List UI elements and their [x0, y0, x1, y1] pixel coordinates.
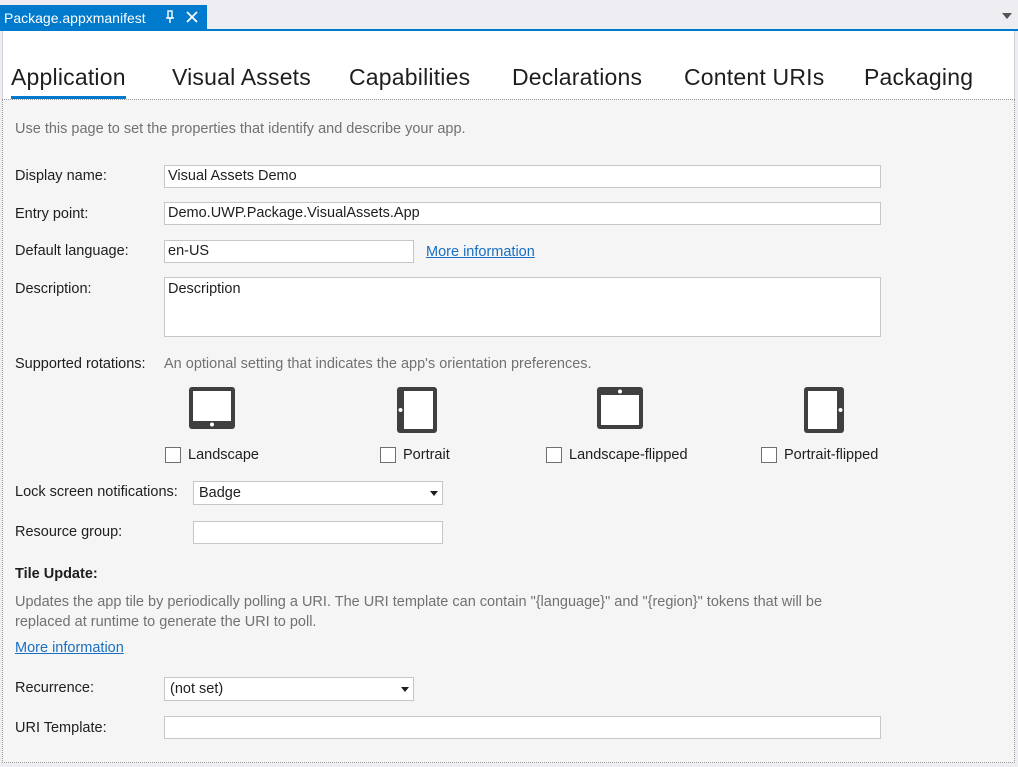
tile-update-more-info-link[interactable]: More information — [15, 640, 124, 656]
resource-group-label: Resource group: — [15, 524, 123, 540]
landscape-label[interactable]: Landscape — [188, 447, 259, 463]
recurrence-selected-value: (not set) — [170, 681, 224, 697]
tablet-portrait-flipped-icon — [804, 387, 844, 433]
chevron-down-icon — [401, 687, 409, 692]
tile-update-description-line2: replaced at runtime to generate the URI … — [15, 614, 317, 630]
document-tab-title: Package.appxmanifest — [4, 10, 146, 26]
landscape-checkbox[interactable] — [165, 447, 181, 463]
document-tab[interactable]: Package.appxmanifest — [0, 5, 207, 31]
intro-text: Use this page to set the properties that… — [15, 121, 466, 137]
display-name-label: Display name: — [15, 168, 107, 184]
application-page: Use this page to set the properties that… — [2, 99, 1015, 763]
landscape-flipped-label[interactable]: Landscape-flipped — [569, 447, 688, 463]
tab-visual-assets[interactable]: Visual Assets — [172, 64, 311, 91]
landscape-flipped-checkbox[interactable] — [546, 447, 562, 463]
chevron-down-icon — [430, 491, 438, 496]
lock-screen-selected-value: Badge — [199, 485, 241, 501]
tab-packaging[interactable]: Packaging — [864, 64, 973, 91]
resource-group-input[interactable] — [193, 521, 443, 544]
tab-declarations[interactable]: Declarations — [512, 64, 642, 91]
tile-update-heading: Tile Update: — [15, 566, 98, 582]
portrait-checkbox[interactable] — [380, 447, 396, 463]
uri-template-input[interactable] — [164, 716, 881, 739]
supported-rotations-hint: An optional setting that indicates the a… — [164, 356, 592, 372]
default-language-input[interactable]: en-US — [164, 240, 414, 263]
portrait-label[interactable]: Portrait — [403, 447, 450, 463]
document-tab-strip: Package.appxmanifest — [0, 0, 1018, 31]
tablet-portrait-icon — [397, 387, 437, 433]
recurrence-label: Recurrence: — [15, 680, 94, 696]
default-language-label: Default language: — [15, 243, 129, 259]
pin-icon[interactable] — [163, 9, 177, 25]
tab-content-uris[interactable]: Content URIs — [684, 64, 824, 91]
description-input[interactable]: Description — [164, 277, 881, 337]
close-icon[interactable] — [185, 10, 199, 24]
entry-point-label: Entry point: — [15, 206, 89, 222]
tab-application[interactable]: Application — [11, 64, 126, 99]
lock-screen-select[interactable]: Badge — [193, 481, 443, 505]
entry-point-input[interactable]: Demo.UWP.Package.VisualAssets.App — [164, 202, 881, 225]
tablet-landscape-icon — [189, 387, 235, 429]
recurrence-select[interactable]: (not set) — [164, 677, 414, 701]
portrait-flipped-checkbox[interactable] — [761, 447, 777, 463]
manifest-tab-bar: Application Visual Assets Capabilities D… — [2, 31, 1015, 99]
description-label: Description: — [15, 281, 92, 297]
tile-update-description-line1: Updates the app tile by periodically pol… — [15, 594, 823, 610]
display-name-input[interactable]: Visual Assets Demo — [164, 165, 881, 188]
supported-rotations-label: Supported rotations: — [15, 356, 146, 372]
lock-screen-label: Lock screen notifications: — [15, 484, 178, 500]
tab-list-dropdown-icon[interactable] — [1002, 13, 1012, 19]
default-language-more-info-link[interactable]: More information — [426, 244, 535, 260]
tab-capabilities[interactable]: Capabilities — [349, 64, 470, 91]
uri-template-label: URI Template: — [15, 720, 107, 736]
portrait-flipped-label[interactable]: Portrait-flipped — [784, 447, 878, 463]
tablet-landscape-flipped-icon — [597, 387, 643, 429]
